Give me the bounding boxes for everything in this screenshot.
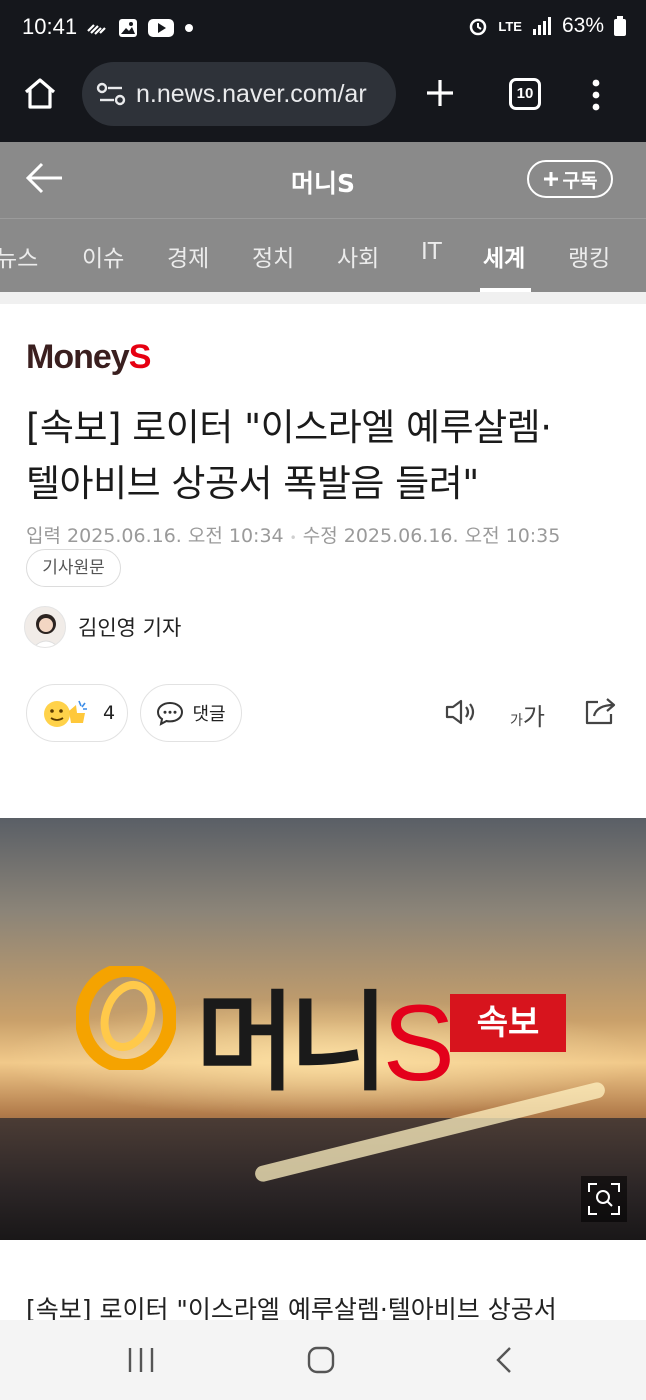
zoom-icon	[588, 1183, 620, 1215]
edit-date: 2025.06.16. 오전 10:35	[343, 525, 561, 547]
category-nav: 뉴스 이슈 경제 정치 사회 IT 세계 랭킹	[0, 218, 646, 292]
tab-switcher-button[interactable]: 10	[509, 78, 541, 110]
tab-it[interactable]: IT	[421, 239, 442, 265]
font-size-button[interactable]: 가가	[510, 697, 545, 732]
image-brand-text: 머니S	[196, 956, 455, 1112]
edit-label: 수정	[302, 525, 338, 547]
recents-icon	[128, 1348, 154, 1372]
plus-icon	[427, 80, 453, 106]
notification-icons	[86, 18, 194, 38]
press-logo[interactable]: MoneyS	[26, 338, 152, 377]
image-brand-main: 머니	[196, 981, 389, 1106]
system-home-button[interactable]	[306, 1346, 336, 1378]
emoji-reaction-icon	[43, 700, 87, 727]
logo-main-text: Money	[26, 338, 130, 376]
address-bar[interactable]: n.news.naver.com/ar	[82, 62, 396, 126]
font-large-glyph: 가	[522, 703, 545, 731]
new-tab-button[interactable]	[424, 76, 456, 114]
browser-toolbar: n.news.naver.com/ar 10	[0, 62, 646, 142]
input-date: 2025.06.16. 오전 10:34	[67, 525, 284, 547]
reaction-count: 4	[102, 702, 116, 724]
overflow-menu-button[interactable]	[590, 78, 602, 116]
subscribe-label: 구독	[562, 169, 598, 192]
article-image: 머니S 속보	[0, 818, 646, 1240]
status-time: 10:41	[22, 14, 78, 39]
network-type: LTE	[498, 18, 522, 34]
tab-ranking[interactable]: 랭킹	[568, 239, 610, 273]
share-icon	[585, 698, 616, 725]
reaction-button[interactable]: 4	[26, 684, 128, 742]
tab-politics[interactable]: 정치	[252, 239, 294, 273]
battery-percent: 63%	[561, 14, 604, 37]
system-status: LTE 63%	[468, 14, 626, 38]
battery-icon	[614, 16, 626, 36]
back-chevron-icon	[496, 1347, 511, 1373]
home-button[interactable]	[22, 76, 58, 114]
section-divider	[0, 292, 646, 304]
plus-icon	[543, 172, 558, 186]
headline-line-2: 텔아비브 상공서 폭발음 들려"	[26, 462, 479, 505]
image-zoom-button[interactable]	[581, 1176, 627, 1222]
dot-icon	[185, 24, 193, 32]
subscribe-button[interactable]: 구독	[527, 160, 613, 198]
url-text: n.news.naver.com/ar	[136, 80, 367, 108]
comment-label: 댓글	[192, 704, 226, 725]
image-brand-accent: S	[382, 982, 455, 1103]
site-info-icon[interactable]	[96, 82, 126, 106]
reporter-name: 김인영 기자	[78, 616, 182, 640]
tab-news[interactable]: 뉴스	[0, 239, 38, 273]
date-separator: •	[289, 531, 297, 545]
tab-issue[interactable]: 이슈	[82, 239, 124, 273]
input-label: 입력	[26, 525, 61, 547]
missed-call-icon	[87, 24, 106, 35]
article-dates: 입력 2025.06.16. 오전 10:34 • 수정 2025.06.16. 오…	[26, 521, 560, 548]
comment-button[interactable]: 댓글	[140, 684, 242, 742]
signal-icon	[532, 17, 551, 35]
speaker-icon	[445, 699, 475, 725]
breaking-news-badge: 속보	[450, 994, 566, 1052]
headline-line-1: [속보] 로이터 "이스라엘 예루살렘·	[26, 406, 552, 449]
city-skyline	[0, 1118, 646, 1240]
recents-button[interactable]	[126, 1346, 156, 1378]
share-button[interactable]	[584, 696, 618, 730]
person-icon	[33, 614, 59, 647]
status-bar: 10:41 LTE 63%	[0, 0, 646, 62]
logo-accent-text: S	[128, 338, 152, 376]
text-to-speech-button[interactable]	[444, 698, 478, 730]
press-header: 머니S 구독	[0, 142, 646, 218]
youtube-icon	[148, 19, 174, 37]
more-vert-icon	[592, 79, 600, 111]
home-icon	[24, 78, 56, 109]
gallery-icon	[119, 19, 137, 37]
font-small-glyph: 가	[510, 713, 523, 729]
reporter-info[interactable]: 김인영 기자	[24, 606, 181, 648]
moneys-ring-logo-icon	[76, 966, 176, 1070]
reporter-avatar	[24, 606, 66, 648]
alarm-icon	[470, 18, 487, 36]
tab-economy[interactable]: 경제	[167, 239, 209, 273]
tab-society[interactable]: 사회	[337, 239, 379, 273]
original-article-button[interactable]: 기사원문	[26, 549, 121, 587]
home-circle-icon	[307, 1346, 335, 1374]
system-navigation-bar	[0, 1320, 646, 1400]
tab-world[interactable]: 세계	[483, 239, 525, 273]
system-back-button[interactable]	[492, 1346, 516, 1378]
comment-icon	[157, 701, 184, 726]
article-headline: [속보] 로이터 "이스라엘 예루살렘· 텔아비브 상공서 폭발음 들려"	[26, 400, 626, 512]
